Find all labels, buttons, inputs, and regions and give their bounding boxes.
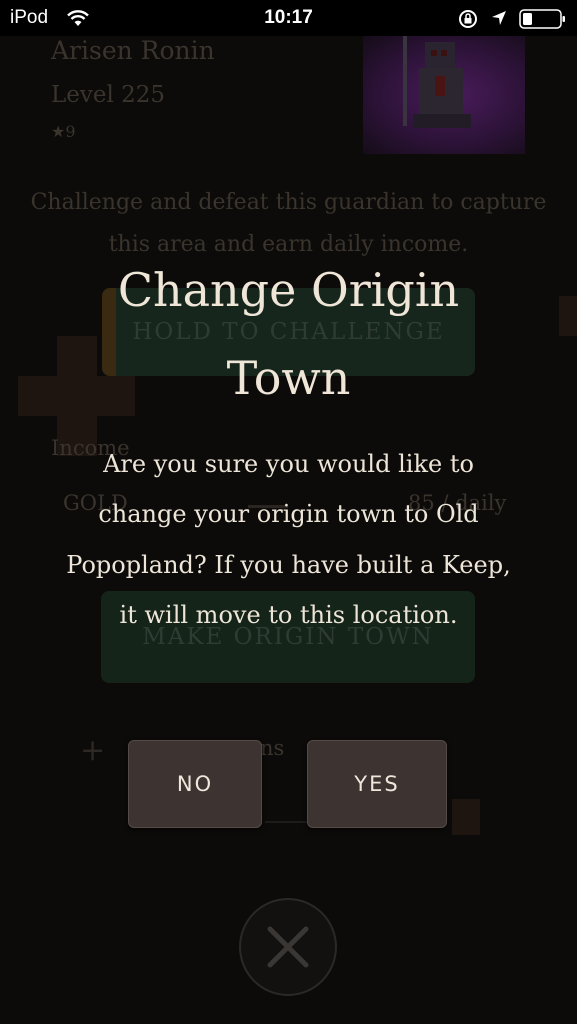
battery-icon bbox=[519, 8, 567, 35]
guardian-stars: ★9 bbox=[51, 122, 76, 141]
partial-label: ns bbox=[260, 736, 285, 760]
yes-button-label: YES bbox=[354, 772, 400, 796]
close-button[interactable] bbox=[239, 898, 337, 996]
no-button-label: NO bbox=[176, 772, 214, 796]
guardian-level: Level 225 bbox=[51, 82, 166, 108]
dialog-message: Are you sure you would like to change yo… bbox=[66, 450, 511, 629]
location-arrow-icon bbox=[490, 9, 508, 32]
dialog-title: Change Origin Town bbox=[117, 263, 460, 405]
right-decoration-lower bbox=[452, 799, 480, 835]
right-decoration bbox=[559, 296, 577, 336]
no-button[interactable]: NO bbox=[128, 740, 262, 828]
yes-button[interactable]: YES bbox=[307, 740, 447, 828]
guardian-portrait bbox=[363, 36, 525, 154]
status-bar: iPod 10:17 bbox=[0, 0, 577, 36]
plus-icon: + bbox=[80, 733, 106, 768]
close-icon bbox=[267, 926, 309, 968]
guardian-name: Arisen Ronin bbox=[51, 36, 215, 65]
orientation-lock-icon bbox=[458, 9, 478, 34]
